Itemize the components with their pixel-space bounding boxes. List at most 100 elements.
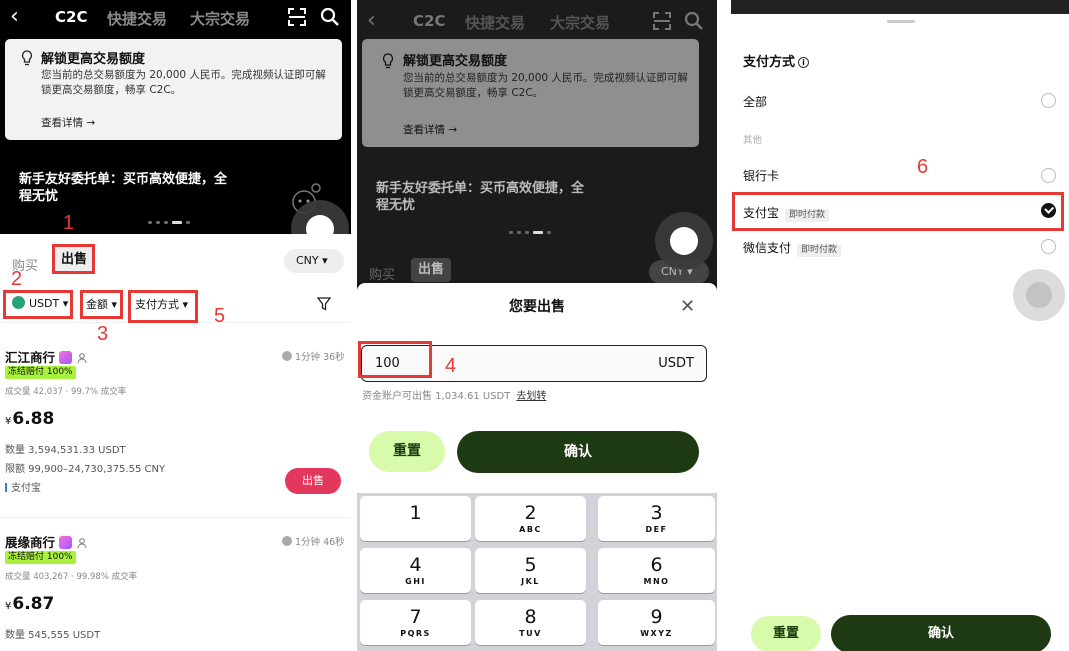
panel-sell-amount: ‹ C2C 快捷交易 大宗交易 解锁更高交易额度 您当前的总交易额度为 20,0…	[357, 0, 717, 651]
reset-button[interactable]: 重置	[751, 616, 821, 651]
limit-notice-card: 解锁更高交易额度 您当前的总交易额度为 20,000 人民币。完成视频认证即可解…	[362, 39, 699, 147]
promo-text: 新手友好委托单：买币高效便捷，全程无忧	[19, 172, 228, 204]
merchant-stats: 成交量 403,267 · 99.98% 成交率	[5, 572, 138, 582]
dark-header: ‹ C2C 快捷交易 大宗交易 解锁更高交易额度 您当前的总交易额度为 20,0…	[0, 0, 351, 234]
key-1[interactable]: 1	[360, 496, 471, 541]
sell-button[interactable]: 出售	[285, 468, 341, 494]
option-wechat-pay[interactable]: 微信支付 即时付款	[743, 239, 842, 257]
annotation-box-1	[52, 244, 95, 274]
amount-unit: USDT	[658, 356, 694, 371]
key-7[interactable]: 7 PQRS	[360, 600, 471, 645]
key-digit: 2	[524, 502, 537, 524]
reset-button[interactable]: 重置	[369, 431, 445, 472]
merchant-name-text: 展缘商行	[5, 535, 56, 550]
confirm-button[interactable]: 确认	[831, 615, 1051, 651]
merchant-stats: 成交量 42,037 · 99.7% 成交率	[5, 387, 127, 397]
notice-title: 解锁更高交易额度	[41, 52, 146, 67]
key-letters: MNO	[643, 577, 670, 586]
search-icon[interactable]	[684, 11, 704, 31]
tab-block-trade[interactable]: 大宗交易	[550, 12, 610, 33]
available-balance: 资金账户可出售 1,034.61 USDT 去划转	[362, 387, 546, 402]
annotation-box-5	[128, 290, 198, 323]
merchant-name[interactable]: 展缘商行	[5, 532, 89, 551]
key-3[interactable]: 3 DEF	[598, 496, 715, 541]
price-value: 6.87	[12, 594, 55, 614]
key-letters: PQRS	[400, 629, 431, 638]
radio-all[interactable]	[1041, 93, 1056, 108]
notice-text: 您当前的总交易额度为 20,000 人民币。完成视频认证即可解锁更高交易额度，畅…	[41, 69, 326, 96]
key-letters: ABC	[519, 525, 542, 534]
panel-payment-method: 支付方式 i 全部 其他 银行卡 支付宝 即时付款 微信支付 即时付款 重置 确认 6	[731, 0, 1069, 651]
merchant-payment: 支付宝	[5, 479, 41, 494]
key-2[interactable]: 2 ABC	[475, 496, 586, 541]
tab-c2c[interactable]: C2C	[413, 12, 445, 30]
notice-text: 您当前的总交易额度为 20,000 人民币。完成视频认证即可解锁更高交易额度，畅…	[403, 72, 688, 99]
notice-title: 解锁更高交易额度	[403, 54, 508, 69]
radio-wechat-pay[interactable]	[1041, 239, 1056, 254]
top-nav: ‹ C2C 快捷交易 大宗交易	[357, 0, 717, 36]
annotation-box-3	[80, 290, 123, 319]
group-label-other: 其他	[743, 135, 763, 146]
annotation-6: 6	[917, 156, 929, 178]
currency-sign: ¥	[5, 601, 12, 612]
option-all[interactable]: 全部	[743, 93, 767, 110]
radio-bank-card[interactable]	[1041, 168, 1056, 183]
key-letters: GHI	[405, 577, 426, 586]
tab-quick-trade[interactable]: 快捷交易	[465, 12, 525, 33]
merchant-name[interactable]: 汇江商行	[5, 347, 89, 366]
funnel-icon[interactable]	[317, 297, 331, 311]
key-digit: 1	[409, 502, 422, 524]
key-6[interactable]: 6 MNO	[598, 548, 715, 593]
merchant-price: ¥6.87	[5, 594, 54, 614]
key-digit: 7	[409, 606, 422, 628]
sell-tab[interactable]: 出售	[411, 258, 451, 282]
key-digit: 9	[650, 606, 663, 628]
search-icon[interactable]	[320, 7, 340, 27]
carousel-dots	[509, 231, 551, 234]
key-8[interactable]: 8 TUV	[475, 600, 586, 645]
annotation-box-4	[358, 341, 432, 378]
key-digit: 3	[650, 502, 663, 524]
back-icon[interactable]: ‹	[10, 6, 19, 28]
available-text: 资金账户可出售 1,034.61 USDT	[362, 391, 511, 402]
floating-assist-button[interactable]	[655, 212, 713, 270]
notice-details-link[interactable]: 查看详情 →	[403, 122, 457, 137]
sheet-title: 您要出售	[509, 299, 565, 315]
confirm-button[interactable]: 确认	[457, 431, 699, 473]
merchant-time: 1分钟 46秒	[282, 534, 345, 548]
key-4[interactable]: 4 GHI	[360, 548, 471, 593]
lightbulb-icon	[21, 50, 33, 66]
instant-pay-tag: 即时付款	[797, 244, 842, 257]
tab-block-trade[interactable]: 大宗交易	[190, 8, 250, 29]
scan-icon[interactable]	[653, 12, 671, 30]
floating-assist-button[interactable]	[1013, 269, 1065, 321]
transfer-link[interactable]: 去划转	[516, 391, 546, 402]
option-bank-card[interactable]: 银行卡	[743, 167, 779, 184]
buy-tab[interactable]: 购买	[369, 264, 395, 283]
fiat-currency-select[interactable]: CNY ▾	[284, 249, 344, 273]
merchant-time-text: 1分钟 46秒	[295, 537, 345, 548]
merchant-name-text: 汇江商行	[5, 350, 56, 365]
users-icon	[77, 353, 87, 364]
key-letters: DEF	[645, 525, 668, 534]
users-icon	[77, 538, 87, 549]
close-icon[interactable]: ✕	[680, 296, 695, 317]
back-icon[interactable]: ‹	[367, 10, 376, 32]
sell-amount-sheet: 您要出售 ✕ 100 USDT 资金账户可出售 1,034.61 USDT 去划转…	[357, 283, 717, 493]
info-icon[interactable]: i	[798, 57, 810, 68]
drag-handle[interactable]	[887, 20, 915, 23]
key-digit: 6	[650, 554, 663, 576]
merchant-time: 1分钟 36秒	[282, 349, 345, 363]
notice-details-link[interactable]: 查看详情 →	[41, 115, 95, 130]
key-9[interactable]: 9 WXYZ	[598, 600, 715, 645]
payment-method-title: 支付方式 i	[743, 51, 810, 70]
tab-quick-trade[interactable]: 快捷交易	[107, 8, 167, 29]
scan-icon[interactable]	[288, 8, 306, 26]
option-label: 银行卡	[743, 169, 780, 183]
merchant-quantity: 数量 545,555 USDT	[5, 630, 101, 641]
tab-c2c[interactable]: C2C	[55, 8, 87, 26]
key-digit: 8	[524, 606, 537, 628]
key-digit: 4	[409, 554, 422, 576]
panel-c2c-market: ‹ C2C 快捷交易 大宗交易 解锁更高交易额度 您当前的总交易额度为 20,0…	[0, 0, 351, 651]
key-5[interactable]: 5 JKL	[475, 548, 586, 593]
